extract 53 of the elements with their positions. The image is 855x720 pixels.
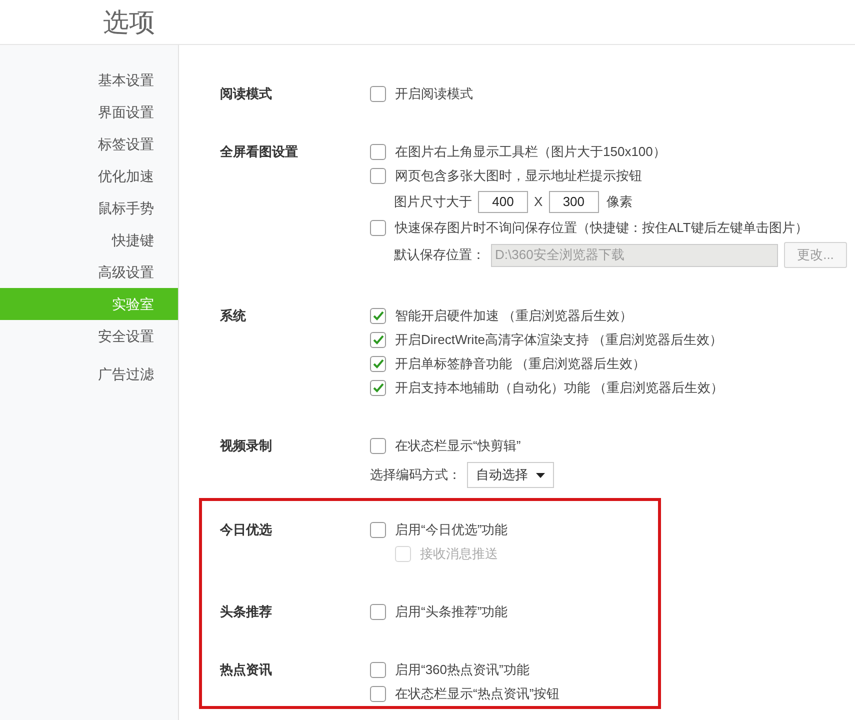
checkbox[interactable] [370, 604, 386, 620]
sidebar-item[interactable]: 基本设置 [0, 64, 178, 96]
unit-label: 像素 [606, 193, 633, 212]
checkbox[interactable] [370, 144, 386, 160]
section-title: 阅读模式 [220, 85, 273, 104]
checkbox[interactable] [370, 86, 386, 102]
checkbox-label: 在状态栏显示“热点资讯”按钮 [395, 685, 560, 704]
checkbox-label: 在图片右上角显示工具栏（图片大于150x100） [395, 143, 666, 162]
sidebar-item[interactable]: 安全设置 [0, 320, 178, 352]
section-title: 热点资讯 [220, 661, 273, 680]
checkbox[interactable] [370, 308, 386, 324]
checkbox-label: 启用“头条推荐”功能 [395, 603, 508, 622]
window-title: 选项 [103, 9, 155, 35]
section-title: 头条推荐 [220, 603, 273, 622]
section-title: 全屏看图设置 [220, 143, 299, 162]
sidebar-item[interactable]: 高级设置 [0, 256, 178, 288]
checkbox-label: 启用“360热点资讯”功能 [395, 661, 530, 680]
checkbox-label: 网页包含多张大图时，显示地址栏提示按钮 [395, 167, 642, 186]
dropdown[interactable]: 自动选择 [467, 462, 554, 488]
caret-icon [536, 472, 545, 478]
input-field[interactable]: 400 [478, 191, 528, 213]
checkbox-label: 开启支持本地辅助（自动化）功能 （重启浏览器后生效） [395, 379, 724, 398]
checkbox[interactable] [370, 332, 386, 348]
sidebar-item[interactable]: 界面设置 [0, 96, 178, 128]
checkbox[interactable] [370, 662, 386, 678]
section-title: 系统 [220, 307, 247, 326]
checkbox-label: 开启DirectWrite高清字体渲染支持 （重启浏览器后生效） [395, 331, 723, 350]
checkbox[interactable] [370, 686, 386, 702]
field-label: 默认保存位置： [394, 246, 485, 264]
separator-text: X [534, 193, 543, 212]
checkbox[interactable] [370, 220, 386, 236]
checkbox-label: 开启单标签静音功能 （重启浏览器后生效） [395, 355, 646, 374]
checkbox-label: 智能开启硬件加速 （重启浏览器后生效） [395, 307, 633, 326]
checkbox-label: 接收消息推送 [420, 545, 498, 564]
input-field[interactable]: 300 [548, 191, 599, 213]
field-label: 选择编码方式： [370, 466, 461, 484]
sidebar-item[interactable]: 广告过滤 [0, 358, 178, 390]
checkbox-label: 开启阅读模式 [395, 85, 473, 104]
sidebar-item[interactable]: 鼠标手势 [0, 192, 178, 224]
field-label: 图片尺寸大于 [394, 193, 472, 212]
section-title: 视频录制 [220, 437, 273, 456]
checkbox-label: 快速保存图片时不询问保存位置（快捷键：按住ALT键后左键单击图片） [395, 219, 808, 238]
checkbox-label: 启用“今日优选”功能 [395, 521, 508, 540]
checkbox[interactable] [370, 380, 386, 396]
sidebar-item[interactable]: 快捷键 [0, 224, 178, 256]
checkbox[interactable] [370, 438, 386, 454]
checkbox[interactable] [370, 356, 386, 372]
checkbox[interactable] [370, 168, 386, 184]
checkbox[interactable] [370, 522, 386, 538]
section-title: 今日优选 [220, 521, 273, 540]
sidebar-item[interactable]: 标签设置 [0, 128, 178, 160]
checkbox-label: 在状态栏显示“快剪辑” [395, 437, 521, 456]
sidebar-item[interactable]: 优化加速 [0, 160, 178, 192]
